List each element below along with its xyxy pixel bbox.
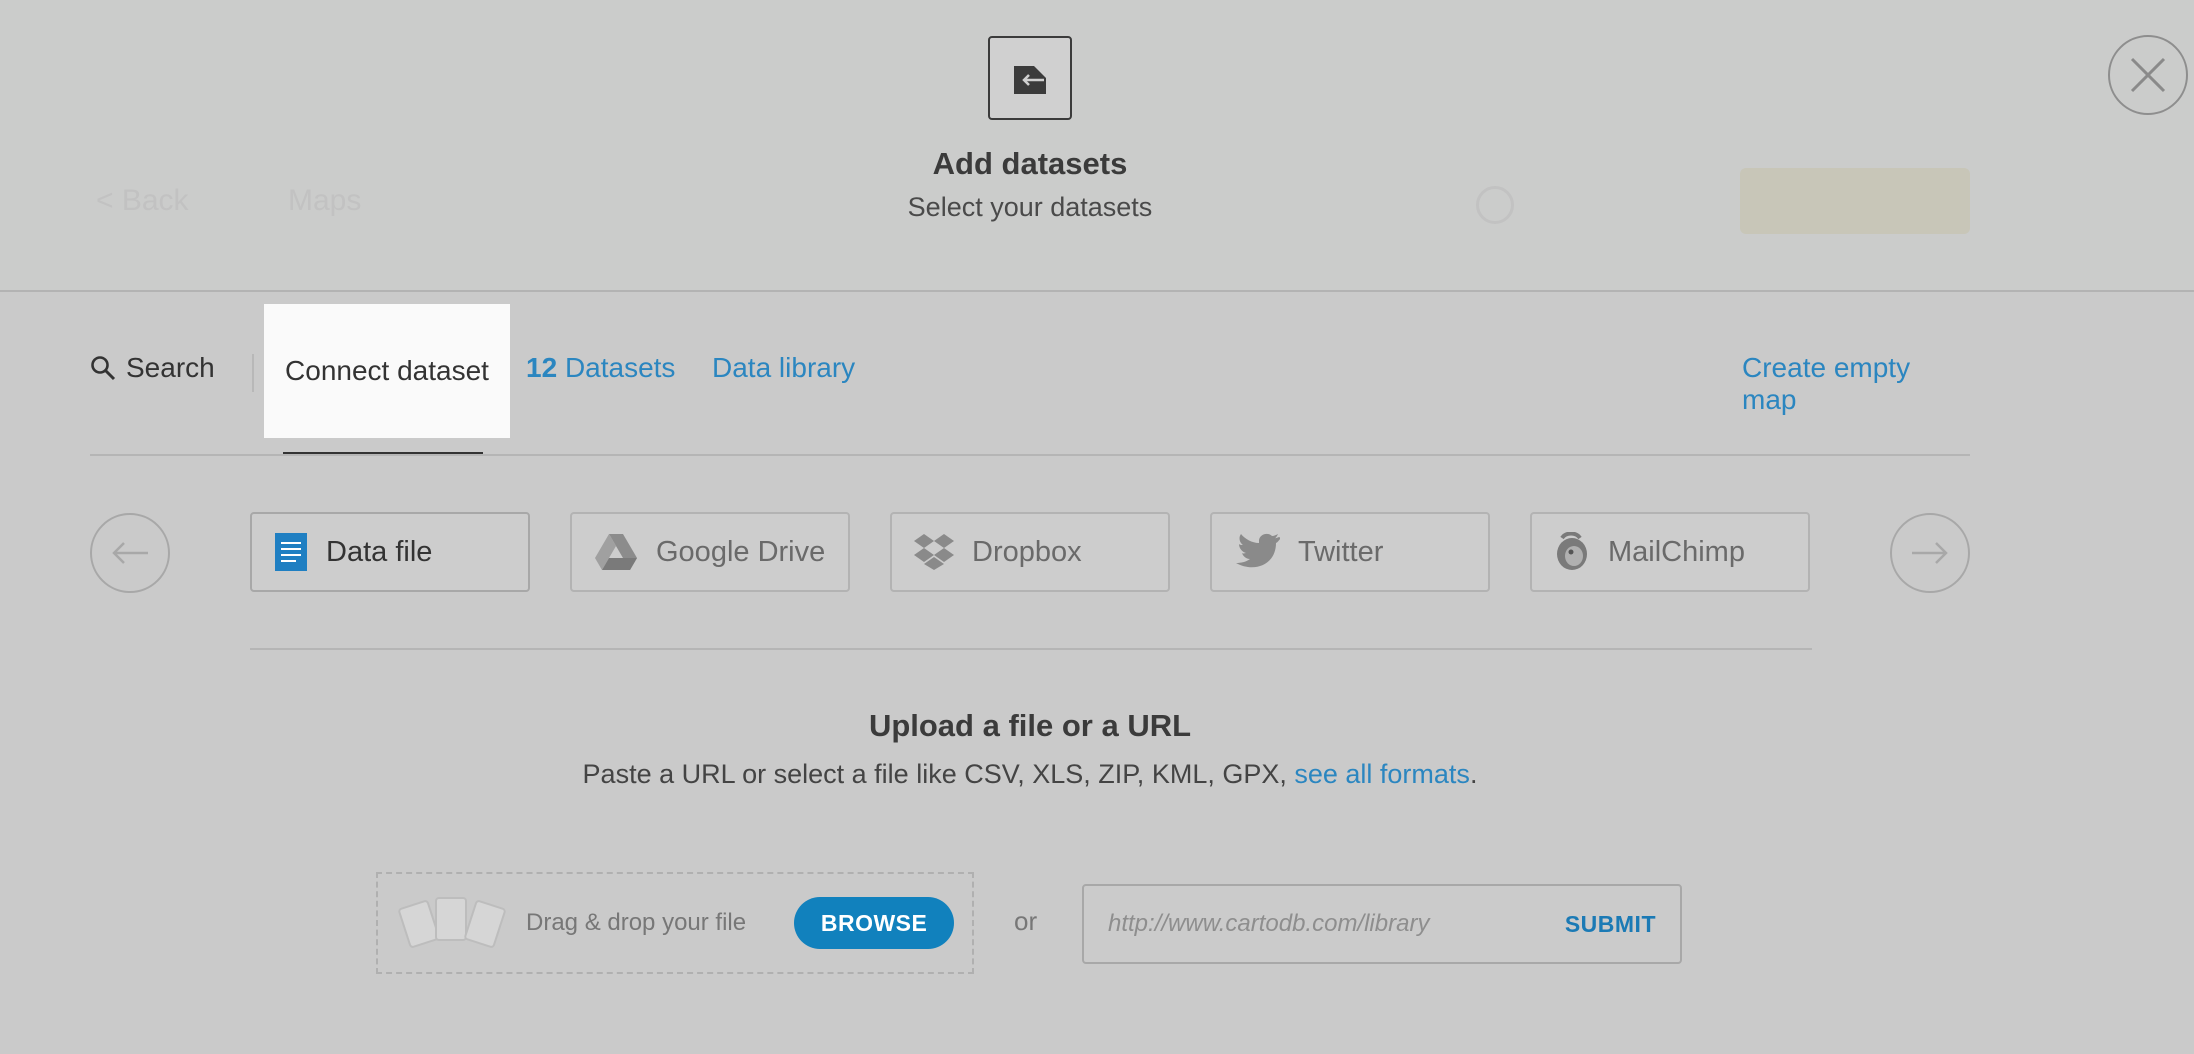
carousel-next-button[interactable] bbox=[1890, 513, 1970, 593]
tab-connect-dataset[interactable]: Connect dataset bbox=[264, 304, 510, 438]
modal-title: Add datasets bbox=[932, 146, 1128, 181]
upload-title: Upload a file or a URL bbox=[868, 708, 1192, 743]
twitter-icon bbox=[1236, 533, 1280, 568]
create-empty-map-link[interactable]: Create empty map bbox=[1742, 352, 1970, 416]
file-dropzone[interactable]: Drag & drop your file BROWSE bbox=[376, 872, 974, 974]
files-icon bbox=[398, 897, 506, 948]
connector-label: Twitter bbox=[1298, 535, 1384, 568]
tab-data-library[interactable]: Data library bbox=[712, 352, 855, 384]
search-icon bbox=[91, 356, 116, 381]
carousel-divider bbox=[250, 648, 1812, 650]
dataset-nav: Search Connect dataset 12 Datasets Data … bbox=[90, 304, 1970, 456]
document-icon bbox=[275, 533, 307, 571]
connector-label: MailChimp bbox=[1608, 535, 1745, 568]
tab-separator bbox=[252, 354, 254, 392]
connector-label: Google Drive bbox=[656, 535, 826, 568]
connector-data-file[interactable]: Data file bbox=[250, 512, 530, 592]
connector-label: Dropbox bbox=[972, 535, 1082, 568]
url-form: SUBMIT bbox=[1082, 884, 1682, 964]
or-separator: or bbox=[1014, 906, 1038, 936]
browse-button[interactable]: BROWSE bbox=[794, 897, 955, 949]
modal-subtitle: Select your datasets bbox=[907, 192, 1153, 222]
tab-connect-dataset-label: Connect dataset bbox=[285, 355, 489, 386]
tab-search-label: Search bbox=[126, 352, 215, 383]
tab-search[interactable]: Search bbox=[90, 352, 215, 384]
see-all-formats-link[interactable]: see all formats bbox=[1294, 759, 1470, 789]
upload-description-suffix: . bbox=[1469, 759, 1478, 789]
close-icon bbox=[2130, 57, 2166, 93]
carousel-prev-button[interactable] bbox=[90, 513, 170, 593]
import-icon bbox=[988, 36, 1072, 120]
connector-label: Data file bbox=[326, 535, 433, 568]
close-button[interactable] bbox=[2108, 35, 2188, 115]
connector-twitter[interactable]: Twitter bbox=[1210, 512, 1490, 592]
tab-datasets[interactable]: 12 Datasets bbox=[526, 352, 675, 384]
tab-datasets-label: Datasets bbox=[564, 352, 676, 383]
mailchimp-icon bbox=[1557, 532, 1587, 570]
connector-mailchimp[interactable]: MailChimp bbox=[1530, 512, 1810, 592]
arrow-right-icon bbox=[1912, 542, 1948, 564]
dropzone-text: Drag & drop your file bbox=[526, 909, 747, 936]
nav-divider bbox=[90, 454, 1970, 456]
submit-button[interactable]: SUBMIT bbox=[1565, 911, 1656, 938]
connector-dropbox[interactable]: Dropbox bbox=[890, 512, 1170, 592]
upload-description: Paste a URL or select a file like CSV, X… bbox=[0, 759, 2060, 790]
arrow-left-icon bbox=[112, 542, 148, 564]
connector-google-drive[interactable]: Google Drive bbox=[570, 512, 850, 592]
datasets-count: 12 bbox=[526, 352, 558, 383]
google-drive-icon bbox=[595, 534, 637, 570]
upload-description-text: Paste a URL or select a file like CSV, X… bbox=[582, 759, 1295, 789]
url-input[interactable] bbox=[1108, 910, 1565, 938]
dropbox-icon bbox=[914, 534, 954, 570]
